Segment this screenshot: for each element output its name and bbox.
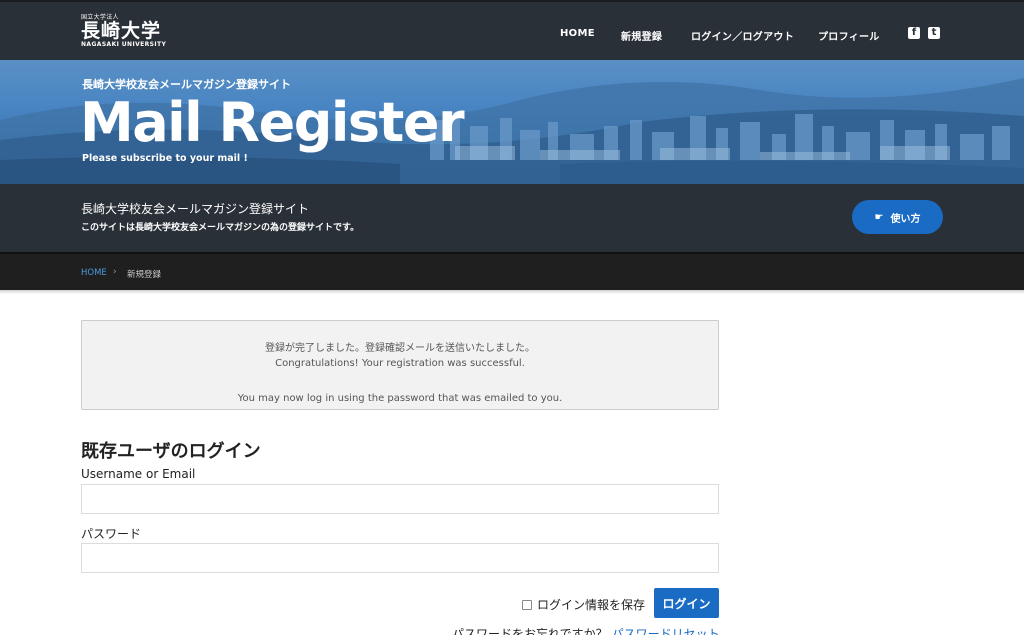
university-logo[interactable]: 国立大学法人 長崎大学 NAGASAKI UNIVERSITY [81, 14, 166, 48]
twitter-icon[interactable]: t [928, 27, 940, 39]
how-to-use-label: 使い方 [890, 213, 921, 225]
forgot-text: パスワードをお忘れですか？ [452, 627, 608, 635]
logo-kanji: 長崎大学 [81, 20, 162, 42]
remember-me[interactable]: ログイン情報を保存 [522, 596, 645, 613]
login-button[interactable]: ログイン [654, 588, 719, 618]
facebook-icon[interactable]: f [908, 27, 920, 39]
site-description: このサイトは長崎大学校友会メールマガジンの為の登録サイトです。 [81, 223, 360, 233]
username-input[interactable] [81, 484, 719, 514]
hero-banner: 長崎大学校友会メールマガジン登録サイト Mail Register Please… [0, 60, 1024, 184]
top-nav: 国立大学法人 長崎大学 NAGASAKI UNIVERSITY HOME 新規登… [0, 0, 1024, 60]
login-heading: 既存ユーザのログイン [81, 441, 261, 462]
nav-item-profile[interactable]: プロフィール [818, 28, 880, 43]
nav-item-register[interactable]: 新規登録 [621, 28, 662, 43]
password-reset-link[interactable]: パスワードリセット [612, 627, 720, 635]
how-to-use-button[interactable]: ☛ 使い方 [852, 200, 943, 234]
hero-title: Mail Register [80, 91, 465, 154]
registration-success-notice: 登録が完了しました。登録確認メールを送信いたしました。 Congratulati… [81, 320, 719, 410]
pointing-hand-icon: ☛ [874, 211, 884, 223]
forgot-password: パスワードをお忘れですか？ パスワードリセット [452, 625, 720, 635]
password-input[interactable] [81, 543, 719, 573]
hero-caption: Please subscribe to your mail ! [82, 153, 248, 164]
notice-line-1: 登録が完了しました。登録確認メールを送信いたしました。 [265, 343, 535, 354]
breadcrumb: HOME › 新規登録 [0, 252, 1024, 290]
breadcrumb-home-link[interactable]: HOME [81, 268, 107, 278]
nav-item-login-logout[interactable]: ログイン／ログアウト [691, 28, 794, 43]
breadcrumb-shadow [0, 290, 1024, 294]
breadcrumb-separator: › [113, 267, 117, 277]
site-title: 長崎大学校友会メールマガジン登録サイト [81, 202, 310, 216]
notice-line-2: Congratulations! Your registration was s… [275, 358, 525, 369]
password-label: パスワード [81, 527, 142, 541]
remember-label: ログイン情報を保存 [537, 598, 646, 612]
breadcrumb-current: 新規登録 [127, 270, 162, 280]
site-info-band: 長崎大学校友会メールマガジン登録サイト このサイトは長崎大学校友会メールマガジン… [0, 184, 1024, 252]
logo-english: NAGASAKI UNIVERSITY [81, 41, 167, 48]
remember-checkbox[interactable] [522, 599, 532, 610]
notice-line-3: You may now log in using the password th… [237, 393, 563, 404]
username-label: Username or Email [81, 467, 196, 481]
nav-item-home[interactable]: HOME [560, 28, 595, 39]
